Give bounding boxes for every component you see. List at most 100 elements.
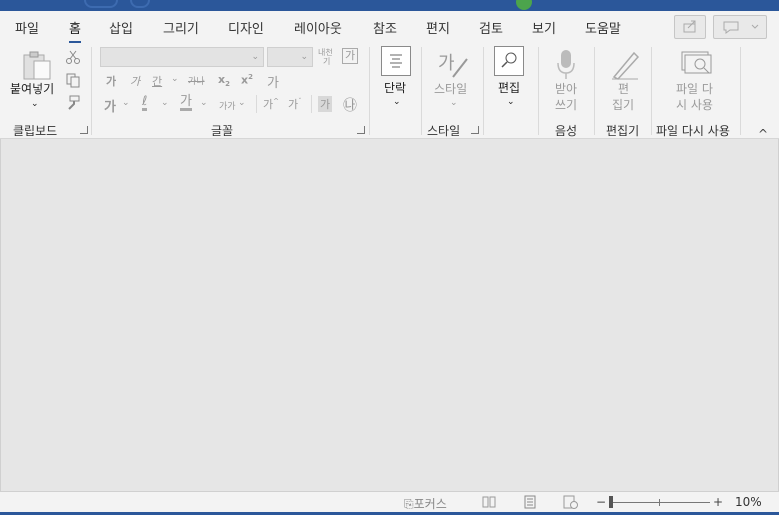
divider <box>256 95 257 113</box>
comments-button[interactable] <box>713 15 767 39</box>
zoom-slider-thumb[interactable] <box>609 496 613 508</box>
reuse-files-button[interactable]: 파일 다 <box>676 81 713 97</box>
font-size-combobox[interactable]: ⌄ <box>267 47 313 67</box>
web-layout-icon[interactable] <box>563 495 579 509</box>
tab-insert[interactable]: 삽입 <box>109 18 133 37</box>
character-shading-button[interactable]: 가 <box>318 96 333 112</box>
format-painter-icon[interactable] <box>65 95 81 111</box>
tab-review[interactable]: 검토 <box>479 18 503 37</box>
reuse-files-button-line2: 시 사용 <box>676 98 713 112</box>
search-icon <box>501 52 517 68</box>
svg-text:가: 가 <box>438 53 455 74</box>
character-border-button[interactable]: 가 <box>342 48 358 64</box>
editor-button[interactable]: 편 <box>618 81 629 97</box>
paste-dropdown-icon[interactable]: ⌄ <box>31 96 39 112</box>
account-avatar[interactable] <box>516 0 532 10</box>
strikethrough-button[interactable]: 가나 <box>188 74 205 87</box>
zoom-slider[interactable] <box>610 502 710 503</box>
tab-view[interactable]: 보기 <box>532 18 556 37</box>
share-button[interactable] <box>674 15 706 39</box>
tab-home[interactable]: 홈 <box>69 18 81 43</box>
tab-file[interactable]: 파일 <box>15 18 39 37</box>
italic-button[interactable]: 가 <box>130 73 140 89</box>
bold-button[interactable]: 가 <box>106 73 116 89</box>
group-divider <box>483 47 484 135</box>
tab-design[interactable]: 디자인 <box>228 18 264 37</box>
paste-icon[interactable] <box>20 49 54 83</box>
cut-icon[interactable] <box>65 49 81 65</box>
font-group-label: 글꼴 <box>211 124 234 138</box>
comment-icon <box>723 21 759 34</box>
enclose-characters-button[interactable]: ㉯ <box>343 95 357 115</box>
document-area[interactable] <box>0 139 779 491</box>
clipboard-dialog-launcher[interactable] <box>80 126 88 134</box>
voice-group-label: 음성 <box>555 124 578 138</box>
group-divider <box>594 47 595 135</box>
paragraph-button[interactable] <box>381 46 411 76</box>
styles-dropdown-icon[interactable]: ⌄ <box>450 95 458 111</box>
reuse-files-icon[interactable] <box>680 49 714 81</box>
editor-button-line2: 집기 <box>612 98 635 112</box>
change-case-dropdown-icon[interactable]: ⌄ <box>238 98 246 108</box>
highlight-button[interactable]: ℓ <box>142 95 148 111</box>
zoom-slider-center-mark <box>659 499 660 506</box>
editor-group-label: 편집기 <box>606 124 640 138</box>
underline-button[interactable]: 간 <box>152 73 162 89</box>
paragraph-dropdown-icon[interactable]: ⌄ <box>393 94 401 110</box>
reuse-files-group-label: 파일 다시 사용 <box>656 124 730 138</box>
subscript-button[interactable]: x2 <box>218 73 230 88</box>
shrink-font-button[interactable]: 가ˇ <box>288 96 302 112</box>
group-divider <box>91 47 92 135</box>
ribbon: 붙여넣기 ⌄ 클립보드 ⌄ ⌄ 내천 기 가 가 가 간 ⌄ 가나 x2 x2 … <box>0 43 779 141</box>
share-icon <box>683 20 696 33</box>
tab-draw[interactable]: 그리기 <box>163 18 199 37</box>
group-divider <box>740 47 741 135</box>
dictate-button[interactable]: 받아 <box>555 81 577 97</box>
paste-button[interactable]: 붙여넣기 <box>10 81 54 97</box>
zoom-level[interactable]: 10% <box>735 495 762 509</box>
styles-icon[interactable]: 가 <box>437 49 471 81</box>
read-mode-icon[interactable] <box>482 495 496 509</box>
dictate-button-line2: 쓰기 <box>555 98 578 112</box>
font-color-button[interactable]: 가 <box>180 95 192 111</box>
grow-font-button[interactable]: 가^ <box>263 96 279 112</box>
chevron-down-icon: ⌄ <box>300 52 308 62</box>
copy-icon[interactable] <box>65 72 81 88</box>
print-layout-icon[interactable] <box>523 495 537 509</box>
zoom-out-button[interactable]: − <box>596 495 606 509</box>
text-effects-dropdown-icon[interactable]: ⌄ <box>122 98 130 108</box>
tab-layout[interactable]: 레이아웃 <box>294 18 342 37</box>
styles-dialog-launcher[interactable] <box>471 126 479 134</box>
chevron-down-icon: ⌄ <box>251 52 259 62</box>
font-dialog-launcher[interactable] <box>357 126 365 134</box>
underline-dropdown-icon[interactable]: ⌄ <box>171 74 179 84</box>
grow-font-glyph: 가 <box>263 98 274 111</box>
microphone-icon[interactable] <box>555 49 577 81</box>
font-name-combobox[interactable]: ⌄ <box>100 47 264 67</box>
change-case-button[interactable]: 가가 <box>219 99 236 112</box>
tab-help[interactable]: 도움말 <box>585 18 621 37</box>
highlight-dropdown-icon[interactable]: ⌄ <box>161 98 169 108</box>
zoom-in-button[interactable]: + <box>713 495 723 509</box>
styles-group-label: 스타일 <box>427 124 461 138</box>
tab-references[interactable]: 참조 <box>373 18 397 37</box>
focus-icon: ⎘ <box>404 497 414 511</box>
title-bar-shape <box>84 0 118 8</box>
editing-button[interactable] <box>494 46 524 76</box>
editor-icon[interactable] <box>610 49 640 81</box>
group-divider <box>369 47 370 135</box>
group-divider <box>538 47 539 135</box>
superscript-button[interactable]: x2 <box>241 73 253 87</box>
menu-bar: 파일 홈 삽입 그리기 디자인 레이아웃 참조 편지 검토 보기 도움말 <box>0 11 779 43</box>
focus-button[interactable]: ⎘포커스 <box>404 495 447 512</box>
ruby-button-sub: 기 <box>323 57 331 66</box>
editing-dropdown-icon[interactable]: ⌄ <box>507 94 515 110</box>
title-bar <box>0 0 779 11</box>
clear-formatting-button[interactable]: 가 <box>267 72 279 91</box>
clipboard-group-label: 클립보드 <box>13 124 58 138</box>
text-effects-button[interactable]: 가 <box>104 96 116 115</box>
tab-mailings[interactable]: 편지 <box>426 18 450 37</box>
shrink-font-glyph: 가 <box>288 98 299 111</box>
font-color-dropdown-icon[interactable]: ⌄ <box>200 98 208 108</box>
divider <box>311 95 312 113</box>
